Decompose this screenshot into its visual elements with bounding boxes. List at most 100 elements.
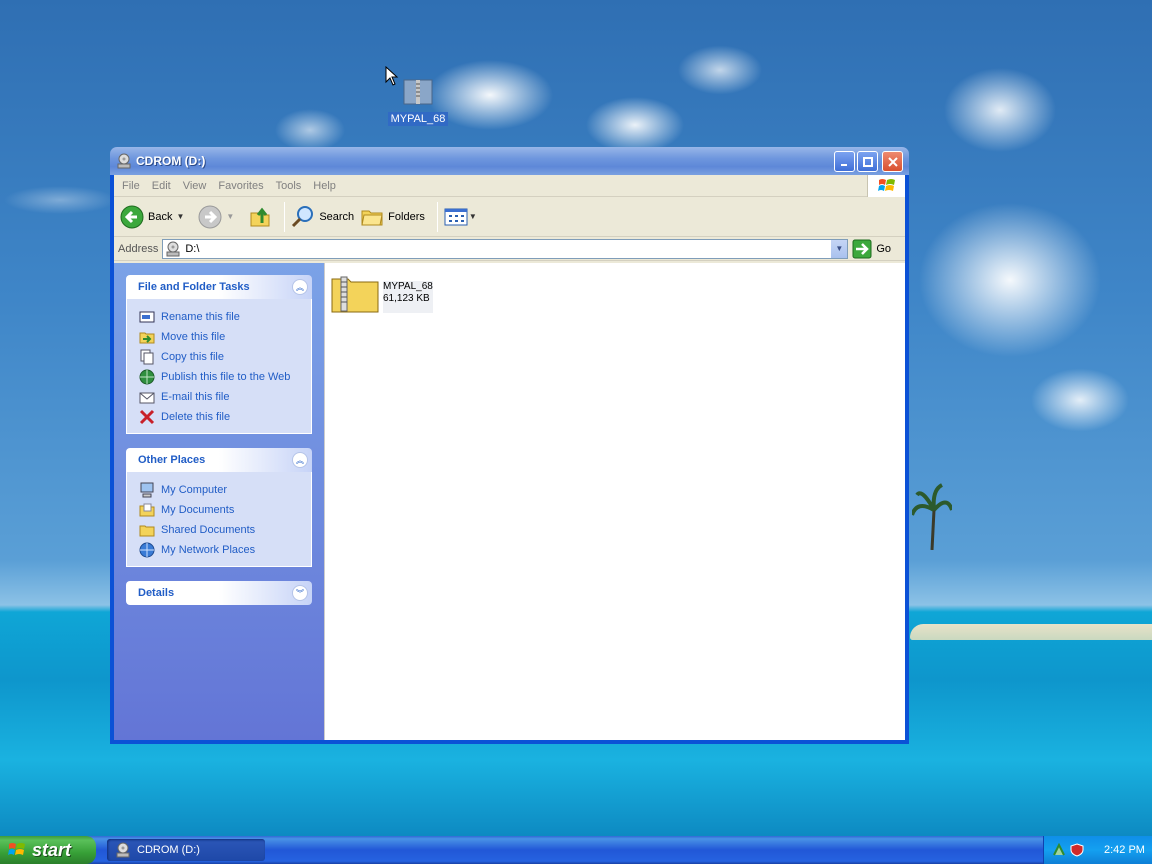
globe-icon — [139, 369, 155, 385]
panel-header[interactable]: File and Folder Tasks ︽ — [126, 275, 312, 299]
network-tray-icon[interactable] — [1052, 843, 1066, 857]
search-icon — [292, 205, 314, 227]
details-panel: Details ︾ — [126, 581, 312, 605]
menu-help[interactable]: Help — [307, 180, 342, 192]
panel-title: Other Places — [138, 454, 206, 466]
task-delete[interactable]: Delete this file — [139, 407, 311, 427]
menu-edit[interactable]: Edit — [146, 180, 177, 192]
desktop-icon-label: MYPAL_68 — [387, 112, 449, 126]
window-title: CDROM (D:) — [136, 154, 206, 168]
menu-bar: File Edit View Favorites Tools Help — [114, 175, 905, 197]
start-label: start — [32, 839, 72, 860]
back-button[interactable]: Back ▼ — [120, 205, 184, 229]
close-icon — [887, 156, 898, 167]
rename-icon — [139, 311, 155, 323]
back-label: Back — [148, 210, 173, 223]
address-bar: Address D:\ ▼ Go — [114, 237, 905, 261]
zip-folder-icon — [403, 79, 433, 105]
title-bar[interactable]: CDROM (D:) — [110, 147, 909, 175]
folders-icon — [361, 210, 383, 225]
panel-header[interactable]: Details ︾ — [126, 581, 312, 605]
system-tray: 2:42 PM — [1043, 836, 1152, 864]
menu-file[interactable]: File — [114, 180, 146, 192]
task-label: Copy this file — [161, 351, 224, 363]
maximize-icon — [862, 156, 873, 167]
task-publish[interactable]: Publish this file to the Web — [139, 367, 311, 387]
task-label: Rename this file — [161, 311, 240, 323]
taskbar-window-label: CDROM (D:) — [137, 844, 200, 856]
menu-view[interactable]: View — [177, 180, 213, 192]
folders-button[interactable]: Folders — [360, 205, 425, 229]
up-folder-button[interactable] — [248, 205, 272, 229]
address-field[interactable]: D:\ ▼ — [162, 238, 849, 259]
zip-folder-icon — [331, 276, 379, 313]
toolbar-separator — [436, 201, 438, 232]
security-shield-icon[interactable] — [1070, 843, 1084, 857]
search-button[interactable]: Search — [291, 205, 354, 229]
forward-button[interactable]: ▼ — [198, 205, 234, 229]
close-button[interactable] — [882, 151, 903, 172]
address-value: D:\ — [185, 242, 200, 255]
back-dropdown-icon[interactable]: ▼ — [176, 212, 184, 221]
window-client-area: File Edit View Favorites Tools Help Back… — [114, 175, 905, 740]
place-my-network-places[interactable]: My Network Places — [139, 540, 311, 560]
search-label: Search — [319, 210, 355, 223]
forward-arrow-icon — [198, 205, 222, 228]
start-button[interactable]: start — [0, 836, 96, 864]
clock[interactable]: 2:42 PM — [1104, 844, 1145, 856]
task-copy[interactable]: Copy this file — [139, 347, 311, 367]
expand-chevron-icon[interactable]: ︾ — [292, 585, 308, 601]
go-button[interactable]: Go — [852, 239, 891, 259]
task-label: E-mail this file — [161, 391, 230, 403]
task-pane: File and Folder Tasks ︽ Rename this file… — [114, 263, 324, 740]
windows-logo-icon — [867, 175, 905, 197]
views-button[interactable]: ▼ — [444, 207, 477, 227]
task-rename[interactable]: Rename this file — [139, 307, 311, 327]
place-shared-documents[interactable]: Shared Documents — [139, 520, 311, 540]
panel-body: My Computer My Documents Shared Document… — [126, 472, 312, 567]
forward-dropdown-icon[interactable]: ▼ — [226, 212, 234, 221]
place-label: My Documents — [161, 504, 235, 516]
move-icon — [139, 332, 155, 344]
cdrom-icon — [116, 842, 130, 858]
place-label: My Computer — [161, 484, 228, 496]
address-dropdown-icon[interactable]: ▼ — [831, 239, 848, 258]
collapse-chevron-icon[interactable]: ︽ — [292, 279, 308, 295]
file-item[interactable]: MYPAL_68 61,123 KB — [331, 273, 433, 313]
go-label: Go — [876, 242, 892, 255]
task-move[interactable]: Move this file — [139, 327, 311, 347]
menu-tools[interactable]: Tools — [270, 180, 308, 192]
place-my-documents[interactable]: My Documents — [139, 500, 311, 520]
island-scenery — [910, 624, 1152, 640]
copy-icon — [140, 349, 154, 365]
file-folder-tasks-panel: File and Folder Tasks ︽ Rename this file… — [126, 275, 312, 434]
go-arrow-icon — [852, 239, 872, 258]
panel-header[interactable]: Other Places ︽ — [126, 448, 312, 472]
panel-title: Details — [138, 587, 175, 599]
toolbar: Back ▼ ▼ Search Folders ▼ — [114, 197, 905, 237]
cdrom-icon — [117, 153, 131, 169]
back-arrow-icon — [120, 205, 144, 228]
minimize-icon — [840, 163, 847, 166]
menu-favorites[interactable]: Favorites — [212, 180, 269, 192]
place-my-computer[interactable]: My Computer — [139, 480, 311, 500]
mouse-cursor-icon — [385, 66, 399, 86]
delete-icon — [139, 409, 155, 425]
maximize-button[interactable] — [857, 151, 878, 172]
taskbar-window-button[interactable]: CDROM (D:) — [107, 839, 265, 861]
up-folder-icon — [250, 207, 270, 226]
cdrom-icon — [166, 241, 180, 256]
address-label: Address — [118, 242, 159, 255]
views-icon — [444, 208, 468, 225]
views-dropdown-icon[interactable]: ▼ — [469, 212, 477, 221]
file-name: MYPAL_68 — [383, 281, 433, 292]
file-list-area[interactable]: MYPAL_68 61,123 KB — [324, 263, 905, 740]
task-email[interactable]: E-mail this file — [139, 387, 311, 407]
network-icon — [139, 542, 155, 558]
collapse-chevron-icon[interactable]: ︽ — [292, 452, 308, 468]
minimize-button[interactable] — [834, 151, 855, 172]
shared-folder-icon — [139, 525, 155, 537]
taskbar: start CDROM (D:) 2:42 PM — [0, 836, 1152, 864]
documents-folder-icon — [139, 503, 155, 517]
explorer-window: CDROM (D:) File Edit View Favorites Tool… — [110, 147, 909, 744]
